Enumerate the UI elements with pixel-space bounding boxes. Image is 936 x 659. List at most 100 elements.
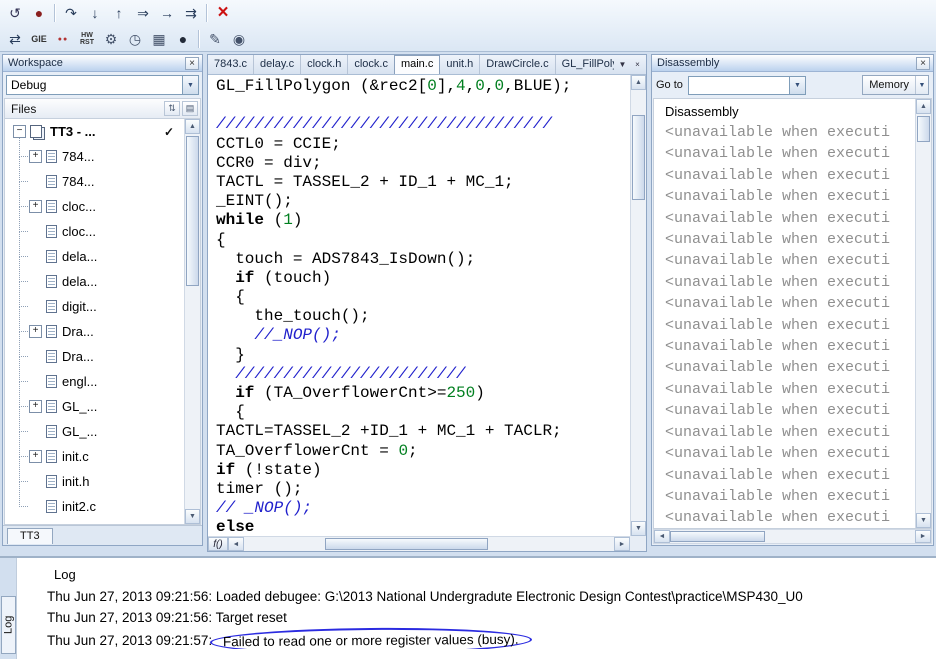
expand-icon[interactable]: + bbox=[29, 150, 42, 163]
tree-item[interactable]: dela... bbox=[5, 244, 184, 269]
scrollbar-thumb[interactable] bbox=[186, 136, 199, 286]
disassembly-row: <unavailable when executi bbox=[654, 400, 931, 421]
editor-tab-clock-h[interactable]: clock.h bbox=[301, 55, 348, 74]
go-icon[interactable]: ⇉ bbox=[179, 2, 203, 24]
tree-item[interactable]: GL_... bbox=[5, 419, 184, 444]
tree-scrollbar[interactable]: ▲ ▼ bbox=[184, 119, 200, 524]
columns-icon[interactable]: ▤ bbox=[182, 101, 198, 116]
scrollbar-track[interactable] bbox=[244, 537, 614, 551]
expand-icon[interactable]: + bbox=[29, 200, 42, 213]
stop-debugging-icon[interactable]: × bbox=[211, 2, 235, 24]
step-over-icon[interactable]: ↷ bbox=[59, 2, 83, 24]
tree-item[interactable]: init.h bbox=[5, 469, 184, 494]
scrollbar-thumb[interactable] bbox=[670, 531, 765, 542]
code-token: ) bbox=[293, 211, 303, 229]
close-icon[interactable]: × bbox=[631, 58, 644, 71]
record-icon[interactable]: ● bbox=[171, 28, 195, 50]
step-into-icon[interactable]: ↓ bbox=[83, 2, 107, 24]
scroll-down-icon[interactable]: ▼ bbox=[916, 513, 931, 528]
goto-value[interactable] bbox=[689, 77, 789, 94]
expand-icon[interactable]: + bbox=[29, 400, 42, 413]
chevron-down-icon[interactable]: ▼ bbox=[915, 76, 928, 94]
tree-item[interactable]: +init.c bbox=[5, 444, 184, 469]
chevron-down-icon[interactable]: ▼ bbox=[182, 76, 198, 94]
next-statement-icon[interactable]: ⇒ bbox=[131, 2, 155, 24]
run-to-cursor-icon[interactable]: → bbox=[155, 2, 179, 24]
tab-list-icon[interactable]: ▼ bbox=[616, 58, 629, 71]
hw-rst-button[interactable]: HW RST bbox=[75, 28, 99, 50]
workspace-tab-tt3[interactable]: TT3 bbox=[7, 528, 53, 544]
code-token: ; bbox=[408, 442, 418, 460]
file-tree[interactable]: −TT3 - ...✓+784...784...+cloc...cloc...d… bbox=[4, 119, 201, 525]
editor-tab-delay-c[interactable]: delay.c bbox=[254, 55, 301, 74]
tree-item[interactable]: +Dra... bbox=[5, 319, 184, 344]
scroll-down-icon[interactable]: ▼ bbox=[185, 509, 200, 524]
editor-tab-clock-c[interactable]: clock.c bbox=[348, 55, 395, 74]
expand-icon[interactable]: + bbox=[29, 325, 42, 338]
scroll-down-icon[interactable]: ▼ bbox=[631, 521, 646, 536]
editor-tab-unit-h[interactable]: unit.h bbox=[440, 55, 480, 74]
scrollbar-thumb[interactable] bbox=[917, 116, 930, 142]
config-dropdown[interactable]: Debug ▼ bbox=[6, 75, 199, 95]
tree-item[interactable]: +784... bbox=[5, 144, 184, 169]
gie-button[interactable]: GIE bbox=[27, 28, 51, 50]
step-out-icon[interactable]: ↑ bbox=[107, 2, 131, 24]
disassembly-vscrollbar[interactable]: ▲ ▼ bbox=[915, 99, 931, 528]
collapse-icon[interactable]: − bbox=[13, 125, 26, 138]
clock-icon[interactable]: ◷ bbox=[123, 28, 147, 50]
scrollbar-thumb[interactable] bbox=[325, 538, 488, 550]
scroll-left-icon[interactable]: ◄ bbox=[654, 530, 670, 543]
target-icon[interactable]: ◉ bbox=[227, 28, 251, 50]
sync-icon[interactable]: ⇄ bbox=[3, 28, 27, 50]
code-token: else bbox=[216, 518, 254, 536]
probe-icon[interactable]: ✎ bbox=[203, 28, 227, 50]
editor-tab-main-c[interactable]: main.c bbox=[394, 55, 440, 74]
goto-combobox[interactable]: ▼ bbox=[688, 76, 806, 95]
scroll-up-icon[interactable]: ▲ bbox=[631, 75, 646, 90]
breakpoints-icon[interactable]: ●● bbox=[51, 28, 75, 50]
close-icon[interactable]: × bbox=[185, 57, 199, 70]
tree-item[interactable]: dela... bbox=[5, 269, 184, 294]
code-editor[interactable]: GL_FillPolygon (&rec2[0],4,0,0,BLUE);///… bbox=[208, 75, 630, 536]
tree-item-label: GL_... bbox=[62, 424, 97, 439]
expand-icon[interactable]: + bbox=[29, 450, 42, 463]
tree-item[interactable]: +GL_... bbox=[5, 394, 184, 419]
reset-icon[interactable]: ↺ bbox=[3, 2, 27, 24]
editor-tab-drawcircle-c[interactable]: DrawCircle.c bbox=[480, 55, 555, 74]
disassembly-row: <unavailable when executi bbox=[654, 250, 931, 271]
editor-hscrollbar[interactable]: f() ◄ ► bbox=[208, 536, 630, 551]
log-tab[interactable]: Log bbox=[1, 596, 16, 654]
function-list-button[interactable]: f() bbox=[208, 537, 228, 551]
scroll-right-icon[interactable]: ► bbox=[915, 530, 931, 543]
tree-item[interactable]: cloc... bbox=[5, 219, 184, 244]
code-line: { bbox=[216, 403, 630, 422]
editor-tab-gl-fillpolygon-c[interactable]: GL_FillPolygon.c bbox=[556, 55, 614, 74]
disassembly-hscrollbar[interactable]: ◄ ► bbox=[653, 529, 932, 544]
break-icon[interactable]: ● bbox=[27, 2, 51, 24]
code-line: { bbox=[216, 288, 630, 307]
tree-item[interactable]: Dra... bbox=[5, 344, 184, 369]
editor-tab-7843-c[interactable]: 7843.c bbox=[208, 55, 254, 74]
code-token: CCTL0 = CCIE; bbox=[216, 135, 341, 153]
scroll-right-icon[interactable]: ► bbox=[614, 537, 630, 551]
tree-item[interactable]: engl... bbox=[5, 369, 184, 394]
code-token bbox=[216, 365, 235, 383]
chevron-down-icon[interactable]: ▼ bbox=[789, 77, 805, 94]
grid-icon[interactable]: ▦ bbox=[147, 28, 171, 50]
sort-icon[interactable]: ⇅ bbox=[164, 101, 180, 116]
tree-item-root[interactable]: −TT3 - ...✓ bbox=[5, 119, 184, 144]
editor-vscrollbar[interactable]: ▲ ▼ bbox=[630, 75, 646, 536]
tree-item[interactable]: init2.c bbox=[5, 494, 184, 519]
tree-item[interactable]: digit... bbox=[5, 294, 184, 319]
scroll-up-icon[interactable]: ▲ bbox=[916, 99, 931, 114]
scrollbar-thumb[interactable] bbox=[632, 115, 645, 200]
gear-icon[interactable]: ⚙ bbox=[99, 28, 123, 50]
scroll-up-icon[interactable]: ▲ bbox=[185, 119, 200, 134]
memory-button[interactable]: Memory ▼ bbox=[862, 75, 929, 95]
tree-item[interactable]: 784... bbox=[5, 169, 184, 194]
close-icon[interactable]: × bbox=[916, 57, 930, 70]
code-line: if (TA_OverflowerCnt>=250) bbox=[216, 384, 630, 403]
tree-item[interactable]: +cloc... bbox=[5, 194, 184, 219]
scroll-left-icon[interactable]: ◄ bbox=[228, 537, 244, 551]
scrollbar-track[interactable] bbox=[670, 530, 915, 543]
